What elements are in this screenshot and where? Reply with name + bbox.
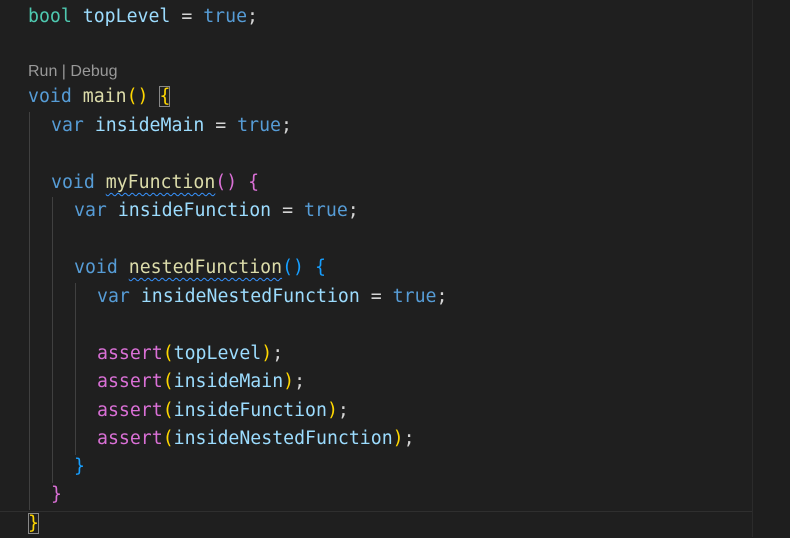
operator: = (181, 6, 193, 27)
punctuation: ; (280, 115, 292, 136)
bracket: ( (162, 343, 174, 364)
function-call: assert (97, 400, 163, 421)
bracket: ( (282, 257, 294, 278)
literal: true (392, 286, 437, 307)
keyword: void (74, 257, 118, 278)
bracket: { (314, 257, 326, 278)
bracket: ( (162, 428, 174, 449)
bracket: ) (261, 343, 273, 364)
indent-guide (52, 197, 53, 483)
variable-name: topLevel (82, 6, 171, 27)
code-line[interactable]: void myFunction() { (51, 169, 259, 197)
code-line[interactable]: } (51, 481, 62, 509)
variable-name: insideMain (173, 371, 284, 392)
bracket: ) (392, 428, 404, 449)
code-line[interactable]: bool topLevel = true; (28, 3, 258, 31)
operator: = (282, 200, 294, 221)
bracket: ) (326, 400, 338, 421)
variable-name: insideFunction (117, 200, 272, 221)
bracket: ( (126, 86, 138, 107)
bracket: } (74, 456, 85, 477)
run-codelens-link[interactable]: Run (28, 63, 57, 80)
bracket: ( (162, 371, 174, 392)
code-line[interactable]: assert(topLevel); (97, 340, 283, 368)
operator: = (215, 115, 227, 136)
code-line[interactable]: var insideFunction = true; (74, 197, 359, 225)
keyword: void (28, 86, 72, 107)
punctuation: ; (403, 428, 415, 449)
variable-name: insideNestedFunction (140, 286, 360, 307)
function-call: assert (97, 343, 163, 364)
bracket: } (51, 484, 62, 505)
code-line[interactable]: } (74, 453, 85, 481)
variable-name: insideNestedFunction (173, 428, 393, 449)
variable-name: insideFunction (173, 400, 327, 421)
code-line[interactable]: assert(insideFunction); (97, 397, 349, 425)
punctuation: ; (247, 6, 258, 27)
code-line[interactable]: var insideNestedFunction = true; (97, 283, 447, 311)
variable-name: insideMain (94, 115, 205, 136)
bracket: ) (283, 371, 295, 392)
current-line-highlight (0, 511, 752, 512)
editor-scrollbar[interactable] (752, 0, 790, 537)
code-line[interactable]: void main() { (28, 83, 171, 111)
type-keyword: bool (28, 6, 72, 27)
bracket: ) (226, 172, 238, 193)
code-line[interactable]: var insideMain = true; (51, 112, 292, 140)
keyword: var (97, 286, 130, 307)
function-call: assert (97, 371, 163, 392)
literal: true (203, 6, 248, 27)
keyword: var (51, 115, 84, 136)
matched-bracket: { (159, 86, 171, 107)
code-line[interactable]: } (28, 510, 39, 538)
codelens-separator: | (57, 63, 71, 80)
debug-codelens-link[interactable]: Debug (70, 63, 117, 80)
bracket: ) (137, 86, 149, 107)
function-call: assert (97, 428, 163, 449)
punctuation: ; (294, 371, 306, 392)
code-editor[interactable]: bool topLevel = true; Run | Debug void m… (0, 0, 752, 537)
punctuation: ; (436, 286, 448, 307)
variable-name: topLevel (173, 343, 262, 364)
code-line[interactable]: assert(insideMain); (97, 368, 305, 396)
keyword: void (51, 172, 95, 193)
punctuation: ; (337, 400, 349, 421)
operator: = (370, 286, 382, 307)
bracket: ( (215, 172, 227, 193)
punctuation: ; (272, 343, 284, 364)
punctuation: ; (347, 200, 359, 221)
indent-guide (29, 112, 30, 510)
function-name: main (82, 86, 127, 107)
bracket: { (248, 172, 260, 193)
function-name: nestedFunction (128, 257, 283, 278)
bracket: ( (162, 400, 174, 421)
keyword: var (74, 200, 107, 221)
code-line[interactable]: assert(insideNestedFunction); (97, 425, 415, 453)
literal: true (303, 200, 348, 221)
indent-guide (75, 283, 76, 455)
bracket: ) (293, 257, 304, 278)
code-line[interactable]: void nestedFunction() { (74, 254, 326, 282)
function-name: myFunction (105, 172, 216, 193)
codelens: Run | Debug (28, 62, 118, 82)
matched-bracket: } (28, 513, 39, 534)
literal: true (237, 115, 281, 136)
